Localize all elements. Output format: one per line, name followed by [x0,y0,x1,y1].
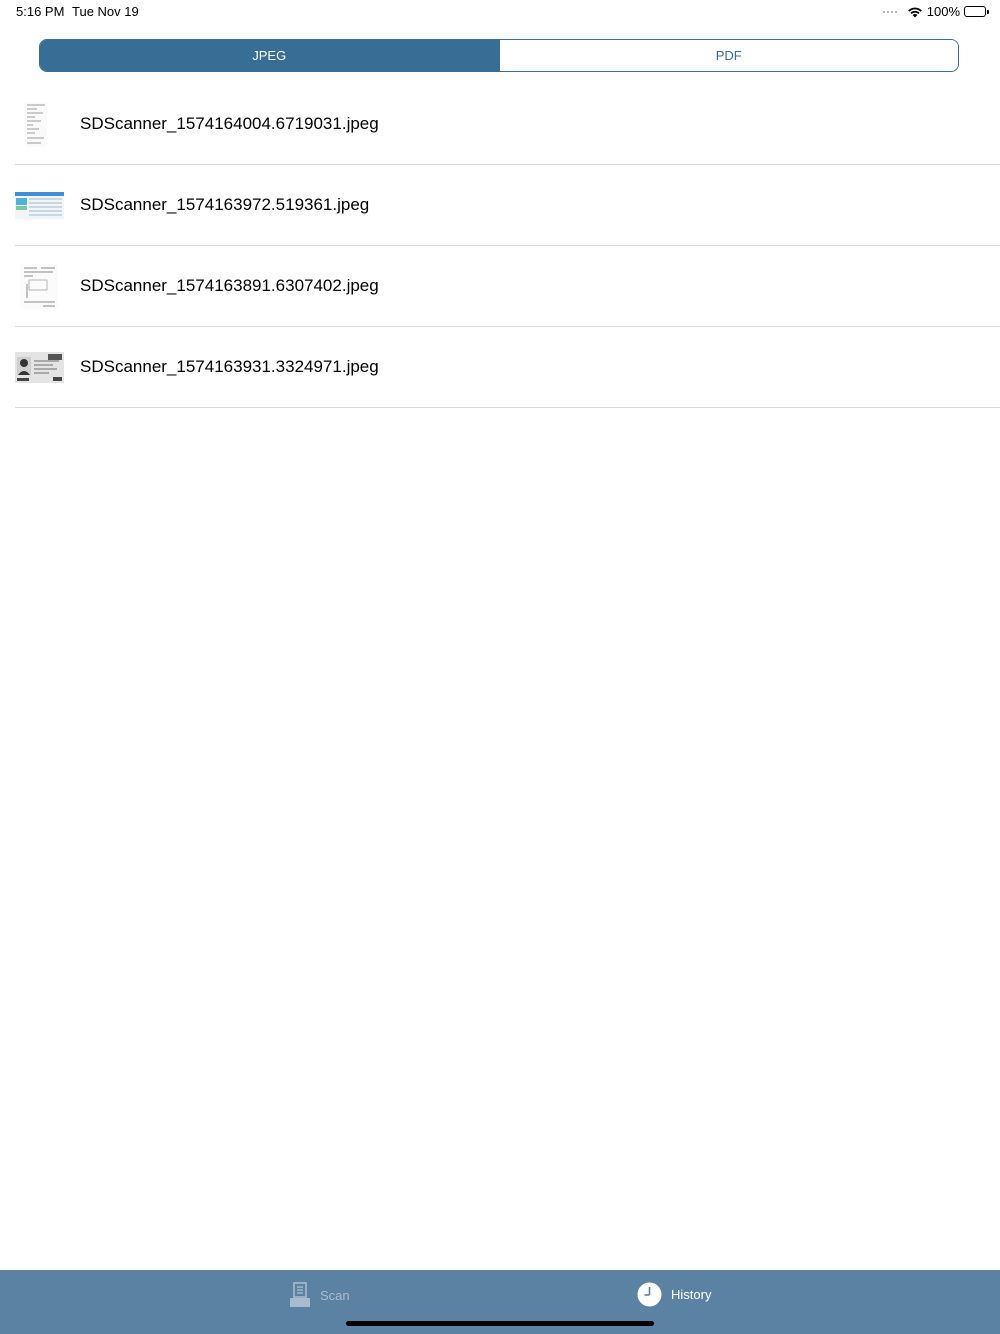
file-list: SDScanner_1574164004.6719031.jpeg SDScan… [0,84,1000,408]
status-bar: 5:16 PM Tue Nov 19 100% [0,0,1000,24]
file-name: SDScanner_1574163972.519361.jpeg [80,195,370,214]
tab-history-label: History [671,1287,712,1302]
battery-icon [964,6,989,17]
tab-scan-label: Scan [320,1287,350,1303]
document-thumbnail [15,262,64,311]
tab-scan[interactable]: Scan [289,1282,350,1308]
tab-history[interactable]: History [637,1282,711,1307]
list-item[interactable]: SDScanner_1574163891.6307402.jpeg [15,246,1000,327]
wifi-icon [907,7,922,17]
file-name: SDScanner_1574163931.3324971.jpeg [80,357,379,376]
status-indicators: 100% [882,4,989,19]
list-item[interactable]: SDScanner_1574163972.519361.jpeg [15,165,1000,246]
home-indicator [346,1321,654,1326]
list-item[interactable]: SDScanner_1574163931.3324971.jpeg [15,327,1000,408]
clock-icon [637,1282,662,1307]
file-name: SDScanner_1574164004.6719031.jpeg [80,114,379,133]
list-item[interactable]: SDScanner_1574164004.6719031.jpeg [15,84,1000,165]
scanner-icon [290,1282,310,1307]
file-name: SDScanner_1574163891.6307402.jpeg [80,276,379,295]
status-time: 5:16 PM [16,4,65,19]
web-form-thumbnail [15,181,64,230]
segment-pdf[interactable]: PDF [498,40,958,71]
tab-bar: Scan History [0,1270,1000,1334]
segment-jpeg[interactable]: JPEG [40,40,499,71]
format-segmented-control: JPEG PDF [39,39,959,72]
battery-percentage: 100% [926,4,960,19]
status-date: Tue Nov 19 [72,4,139,19]
cellular-signal-icon [882,10,897,13]
receipt-thumbnail [15,100,64,149]
id-card-thumbnail [15,343,64,392]
